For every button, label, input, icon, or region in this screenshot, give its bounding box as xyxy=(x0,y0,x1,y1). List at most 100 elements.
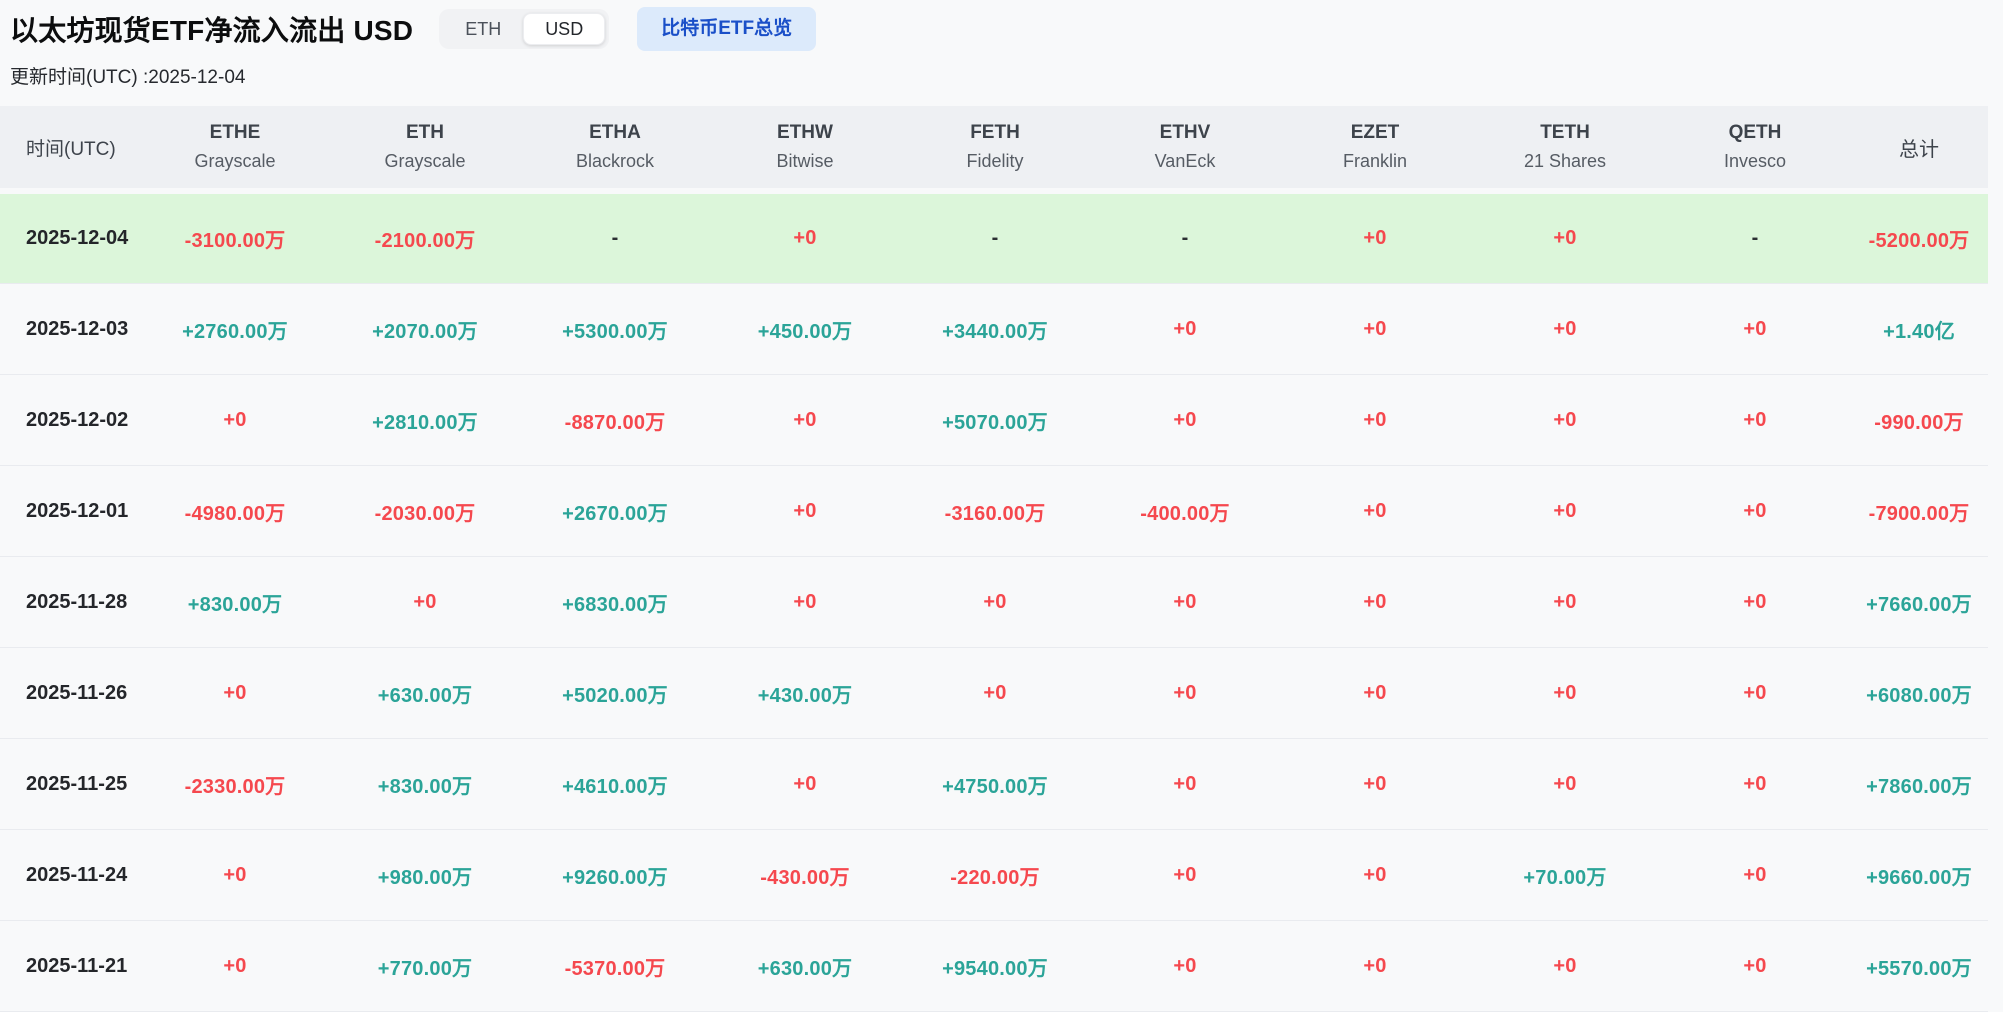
row-date: 2025-11-24 xyxy=(0,864,140,887)
column-issuer: VanEck xyxy=(1090,148,1280,175)
toggle-option-eth[interactable]: ETH xyxy=(443,13,523,45)
flow-value: +0 xyxy=(710,409,900,432)
column-header-ethv: ETHVVanEck xyxy=(1090,119,1280,175)
flow-value: - xyxy=(1660,227,1850,250)
flow-value: +0 xyxy=(1280,227,1470,250)
flow-value: - xyxy=(520,227,710,250)
table-row: 2025-12-01-4980.00万-2030.00万+2670.00万+0-… xyxy=(0,466,1988,557)
toggle-option-usd[interactable]: USD xyxy=(523,13,605,45)
flow-value: +4750.00万 xyxy=(900,770,1090,799)
column-header-ezet: EZETFranklin xyxy=(1280,119,1470,175)
flow-value: -7900.00万 xyxy=(1850,497,1988,526)
flow-value: +0 xyxy=(1090,682,1280,705)
update-time: 更新时间(UTC) :2025-12-04 xyxy=(0,54,2003,89)
row-date: 2025-11-21 xyxy=(0,955,140,978)
column-issuer: Bitwise xyxy=(710,148,900,175)
flow-value: -5200.00万 xyxy=(1850,224,1988,253)
flow-value: +0 xyxy=(1470,682,1660,705)
flow-value: +2760.00万 xyxy=(140,315,330,344)
flow-value: +0 xyxy=(1470,318,1660,341)
flow-value: +0 xyxy=(1090,318,1280,341)
table-row: 2025-11-26+0+630.00万+5020.00万+430.00万+0+… xyxy=(0,648,1988,739)
row-date: 2025-11-25 xyxy=(0,773,140,796)
flow-value: -3100.00万 xyxy=(140,224,330,253)
flow-value: +2810.00万 xyxy=(330,406,520,435)
flow-value: +2070.00万 xyxy=(330,315,520,344)
flow-value: +0 xyxy=(140,409,330,432)
flow-value: -4980.00万 xyxy=(140,497,330,526)
flow-value: -5370.00万 xyxy=(520,952,710,981)
column-ticker: ETHW xyxy=(710,119,900,148)
page-title: 以太坊现货ETF净流入流出 USD xyxy=(10,9,413,49)
flow-value: +0 xyxy=(1660,500,1850,523)
column-ticker: ETHV xyxy=(1090,119,1280,148)
etf-flow-table: 时间(UTC)ETHEGrayscaleETHGrayscaleETHABlac… xyxy=(0,106,1988,1012)
flow-value: +770.00万 xyxy=(330,952,520,981)
flow-value: +450.00万 xyxy=(710,315,900,344)
flow-value: +980.00万 xyxy=(330,861,520,890)
flow-value: +0 xyxy=(1090,773,1280,796)
row-date: 2025-12-02 xyxy=(0,409,140,432)
table-body: 2025-12-04-3100.00万-2100.00万-+0--+0+0--5… xyxy=(0,194,1988,1012)
flow-value: +830.00万 xyxy=(330,770,520,799)
flow-value: +630.00万 xyxy=(330,679,520,708)
flow-value: +0 xyxy=(1280,591,1470,614)
flow-value: +0 xyxy=(1280,409,1470,432)
currency-toggle[interactable]: ETHUSD xyxy=(439,9,609,49)
flow-value: +0 xyxy=(710,500,900,523)
flow-value: +0 xyxy=(1090,409,1280,432)
row-date: 2025-11-28 xyxy=(0,591,140,614)
flow-value: +0 xyxy=(1660,318,1850,341)
flow-value: +5070.00万 xyxy=(900,406,1090,435)
column-header-ethw: ETHWBitwise xyxy=(710,119,900,175)
column-ticker: ETHA xyxy=(520,119,710,148)
flow-value: +0 xyxy=(1660,409,1850,432)
flow-value: +0 xyxy=(1470,409,1660,432)
flow-value: +0 xyxy=(710,591,900,614)
column-header-teth: TETH21 Shares xyxy=(1470,119,1660,175)
flow-value: +5020.00万 xyxy=(520,679,710,708)
flow-value: -3160.00万 xyxy=(900,497,1090,526)
flow-value: +0 xyxy=(1280,864,1470,887)
column-issuer: Fidelity xyxy=(900,148,1090,175)
table-row: 2025-11-25-2330.00万+830.00万+4610.00万 +0+4… xyxy=(0,739,1988,830)
flow-value: +0 xyxy=(1470,500,1660,523)
flow-value: +0 xyxy=(1470,955,1660,978)
flow-value: +7860.00万 xyxy=(1850,770,1988,799)
flow-value: +5300.00万 xyxy=(520,315,710,344)
flow-value: +0 xyxy=(1660,955,1850,978)
column-ticker: TETH xyxy=(1470,119,1660,148)
flow-value: +3440.00万 xyxy=(900,315,1090,344)
table-header-row: 时间(UTC)ETHEGrayscaleETHGrayscaleETHABlac… xyxy=(0,106,1988,188)
column-header-qeth: QETHInvesco xyxy=(1660,119,1850,175)
table-row: 2025-11-24+0+980.00万+9260.00万-430.00万-22… xyxy=(0,830,1988,921)
flow-value: +9660.00万 xyxy=(1850,861,1988,890)
column-issuer: Invesco xyxy=(1660,148,1850,175)
table-row: 2025-11-21+0+770.00万-5370.00万+630.00万+95… xyxy=(0,921,1988,1012)
flow-value: -400.00万 xyxy=(1090,497,1280,526)
table-row: 2025-12-03+2760.00万+2070.00万+5300.00万+45… xyxy=(0,284,1988,375)
flow-value: +0 xyxy=(330,591,520,614)
flow-value: +4610.00万 xyxy=(520,770,710,799)
row-date: 2025-11-26 xyxy=(0,682,140,705)
column-ticker: FETH xyxy=(900,119,1090,148)
flow-value: +0 xyxy=(1280,682,1470,705)
column-issuer: Franklin xyxy=(1280,148,1470,175)
column-issuer: 21 Shares xyxy=(1470,148,1660,175)
column-issuer: Blackrock xyxy=(520,148,710,175)
flow-value: -2330.00万 xyxy=(140,770,330,799)
column-header-etha: ETHABlackrock xyxy=(520,119,710,175)
flow-value: +7660.00万 xyxy=(1850,588,1988,617)
flow-value: +0 xyxy=(1660,591,1850,614)
flow-value: -2100.00万 xyxy=(330,224,520,253)
row-date: 2025-12-04 xyxy=(0,227,140,250)
flow-value: +0 xyxy=(140,864,330,887)
column-ticker: ETH xyxy=(330,119,520,148)
flow-value: +0 xyxy=(1470,591,1660,614)
flow-value: +0 xyxy=(140,682,330,705)
flow-value: +0 xyxy=(900,591,1090,614)
flow-value: +1.40亿 xyxy=(1850,315,1988,344)
flow-value: +0 xyxy=(710,227,900,250)
flow-value: +0 xyxy=(1090,955,1280,978)
btc-etf-overview-button[interactable]: 比特币ETF总览 xyxy=(637,7,816,51)
